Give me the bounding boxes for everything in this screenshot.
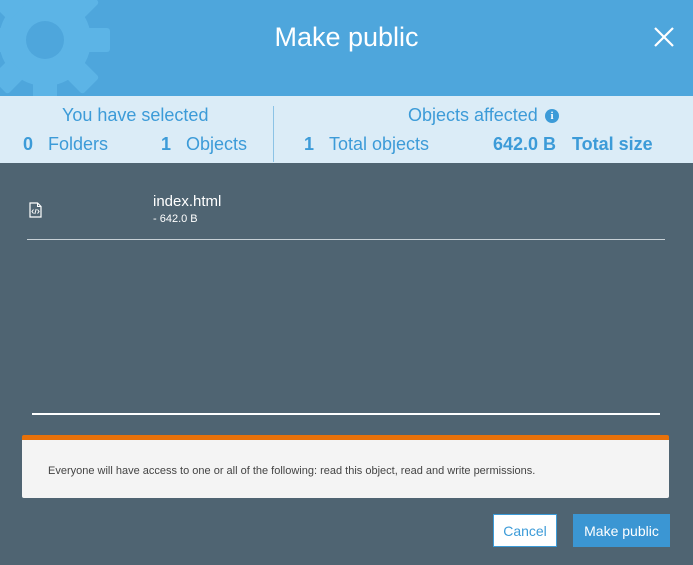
objects-count: 1 — [161, 134, 172, 154]
objects-label: Objects — [186, 134, 248, 154]
total-size-label: Total size — [572, 134, 653, 154]
selected-heading: You have selected — [62, 105, 209, 125]
affected-heading: Objects affected — [408, 105, 538, 125]
list-divider — [32, 413, 660, 415]
dialog-header: Make public — [0, 0, 693, 96]
permission-warning: Everyone will have access to one or all … — [22, 435, 669, 498]
summary-divider — [273, 106, 274, 162]
selection-summary: You have selected 0 Folders 1 Objects Ob… — [0, 96, 693, 163]
file-size: - 642.0 B — [153, 213, 198, 225]
make-public-button[interactable]: Make public — [573, 514, 670, 547]
info-icon[interactable]: i — [545, 109, 559, 123]
folders-label: Folders — [48, 134, 109, 154]
file-list-item: index.html - 642.0 B — [27, 185, 665, 240]
dialog-title: Make public — [274, 22, 419, 52]
total-objects-count: 1 — [304, 134, 315, 154]
make-public-dialog: Make public You have selected 0 Folders … — [0, 0, 693, 565]
total-objects-label: Total objects — [329, 134, 430, 154]
folders-count: 0 — [23, 134, 34, 154]
file-name: index.html — [153, 193, 222, 210]
code-file-icon — [29, 202, 42, 218]
total-size-value: 642.0 B — [493, 134, 557, 154]
close-icon[interactable] — [651, 24, 677, 50]
warning-text: Everyone will have access to one or all … — [48, 465, 536, 477]
cancel-button[interactable]: Cancel — [493, 514, 557, 547]
